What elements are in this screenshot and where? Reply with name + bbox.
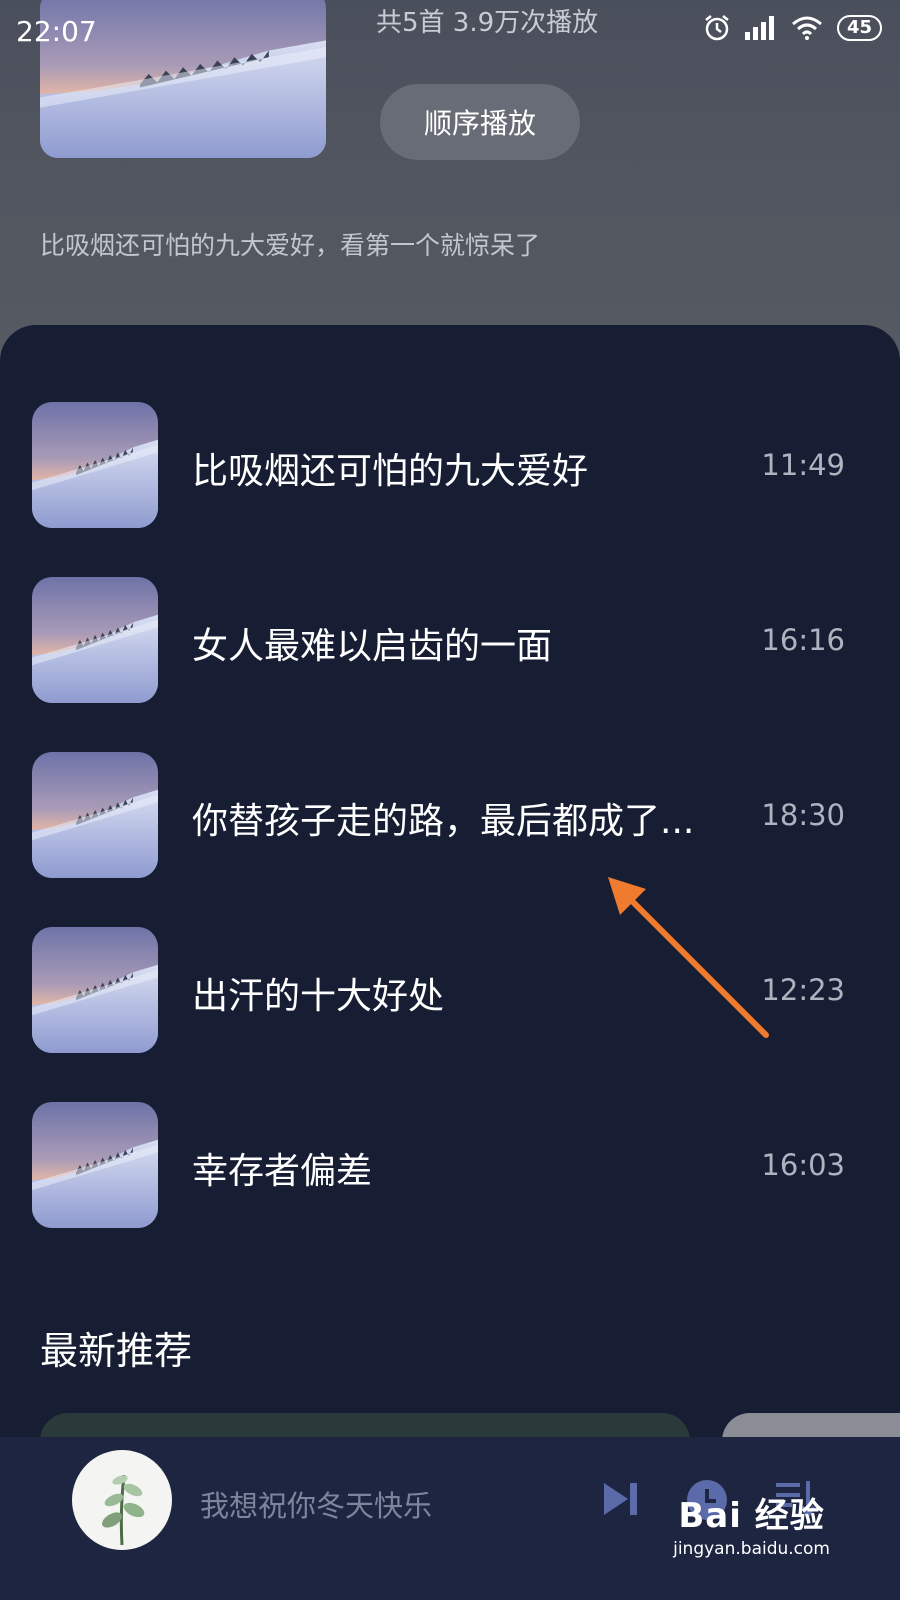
track-title: 幸存者偏差 xyxy=(192,1151,373,1192)
track-title: 女人最难以启齿的一面 xyxy=(192,626,553,667)
watermark-url: jingyan.baidu.com xyxy=(673,1539,830,1559)
track-duration: 16:03 xyxy=(761,1148,845,1182)
track-duration: 16:16 xyxy=(761,623,845,657)
track-thumbnail xyxy=(32,927,158,1053)
track-row[interactable]: 出汗的十大好处 12:23 xyxy=(0,927,900,1053)
track-title: 你替孩子走的路，最后都成了... xyxy=(192,801,695,842)
track-thumbnail xyxy=(32,402,158,528)
track-title: 出汗的十大好处 xyxy=(192,976,445,1017)
baidu-watermark: Bai 经验 jingyan.baidu.com xyxy=(673,1488,830,1559)
alarm-icon xyxy=(703,14,731,42)
now-playing-cover[interactable] xyxy=(72,1450,172,1550)
track-duration: 11:49 xyxy=(761,448,845,482)
track-duration: 18:30 xyxy=(761,798,845,832)
track-duration: 12:23 xyxy=(761,973,845,1007)
track-thumbnail xyxy=(32,577,158,703)
status-time: 22:07 xyxy=(16,14,97,48)
play-next-icon[interactable] xyxy=(600,1479,640,1523)
status-bar: 22:07 45 xyxy=(0,0,900,62)
watermark-logo: Bai 经验 xyxy=(678,1496,825,1536)
battery-icon: 45 xyxy=(836,15,882,41)
play-in-order-button[interactable]: 顺序播放 xyxy=(380,84,580,160)
track-thumbnail xyxy=(32,752,158,878)
signal-icon xyxy=(744,16,777,40)
track-title: 比吸烟还可怕的九大爱好 xyxy=(192,451,589,492)
now-playing-title: 我想祝你冬天快乐 xyxy=(200,1489,433,1523)
section-title-latest: 最新推荐 xyxy=(40,1329,193,1373)
track-row[interactable]: 比吸烟还可怕的九大爱好 11:49 xyxy=(0,402,900,528)
track-list-panel: 比吸烟还可怕的九大爱好 11:49 女人最难以启齿的一面 16:16 你替孩子走… xyxy=(0,325,900,1435)
track-row[interactable]: 女人最难以启齿的一面 16:16 xyxy=(0,577,900,703)
wifi-icon xyxy=(791,16,823,40)
track-thumbnail xyxy=(32,1102,158,1228)
track-row[interactable]: 你替孩子走的路，最后都成了... 18:30 xyxy=(0,752,900,878)
track-row[interactable]: 幸存者偏差 16:03 xyxy=(0,1102,900,1228)
album-description: 比吸烟还可怕的九大爱好，看第一个就惊呆了 xyxy=(40,231,541,260)
